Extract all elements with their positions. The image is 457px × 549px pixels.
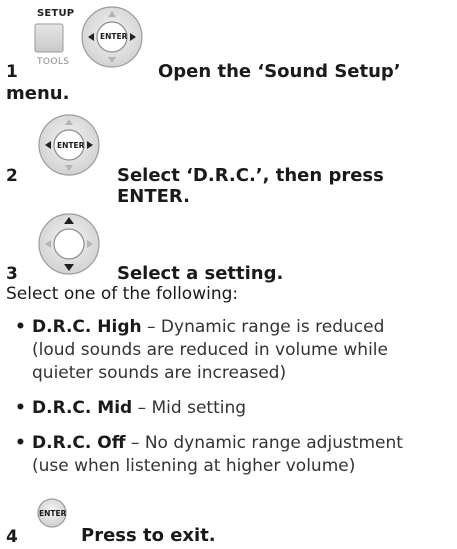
step-4-number: 4 (6, 527, 18, 547)
option-term: D.R.C. Mid (32, 398, 133, 418)
option-desc: – Dynamic range is reduced (147, 317, 385, 337)
setup-tools-button-icon (34, 23, 64, 53)
tools-label: TOOLS (37, 57, 70, 67)
option-desc: – No dynamic range adjustment (130, 433, 403, 453)
setup-label: SETUP (37, 8, 75, 19)
option-desc: quieter sounds are increased) (32, 363, 287, 383)
option-term: D.R.C. High (32, 317, 142, 337)
step-1-text-line2: menu. (6, 83, 70, 104)
option-desc: (use when listening at higher volume) (32, 456, 356, 476)
step-3-number: 3 (6, 264, 18, 284)
bullet-icon: • (15, 317, 26, 337)
option-item-off: • D.R.C. Off – No dynamic range adjustme… (6, 432, 456, 478)
step-1-text-line1: Open the ‘Sound Setup’ (158, 61, 401, 82)
option-item-high: • D.R.C. High – Dynamic range is reduced… (6, 316, 456, 385)
bullet-icon: • (15, 433, 26, 453)
option-desc: (loud sounds are reduced in volume while (32, 340, 388, 360)
step-2-number: 2 (6, 166, 18, 186)
option-desc: – Mid setting (137, 398, 247, 418)
step-1-number: 1 (6, 62, 18, 82)
options-list: • D.R.C. High – Dynamic range is reduced… (6, 316, 456, 478)
enter-button-label: ENTER (39, 509, 67, 518)
direction-dial-icon (37, 212, 101, 276)
step-2-text: Select ‘D.R.C.’, then press ENTER. (117, 165, 384, 207)
option-term: D.R.C. Off (32, 433, 126, 453)
intro-text: Select one of the following: (6, 284, 239, 304)
step-4-text: Press to exit. (81, 525, 216, 546)
step-3-text: Select a setting. (117, 263, 284, 284)
option-item-mid: • D.R.C. Mid – Mid setting (6, 397, 456, 420)
bullet-icon: • (15, 398, 26, 418)
dial-enter-label-1: ENTER (100, 32, 128, 41)
dial-enter-label-2: ENTER (57, 141, 85, 150)
